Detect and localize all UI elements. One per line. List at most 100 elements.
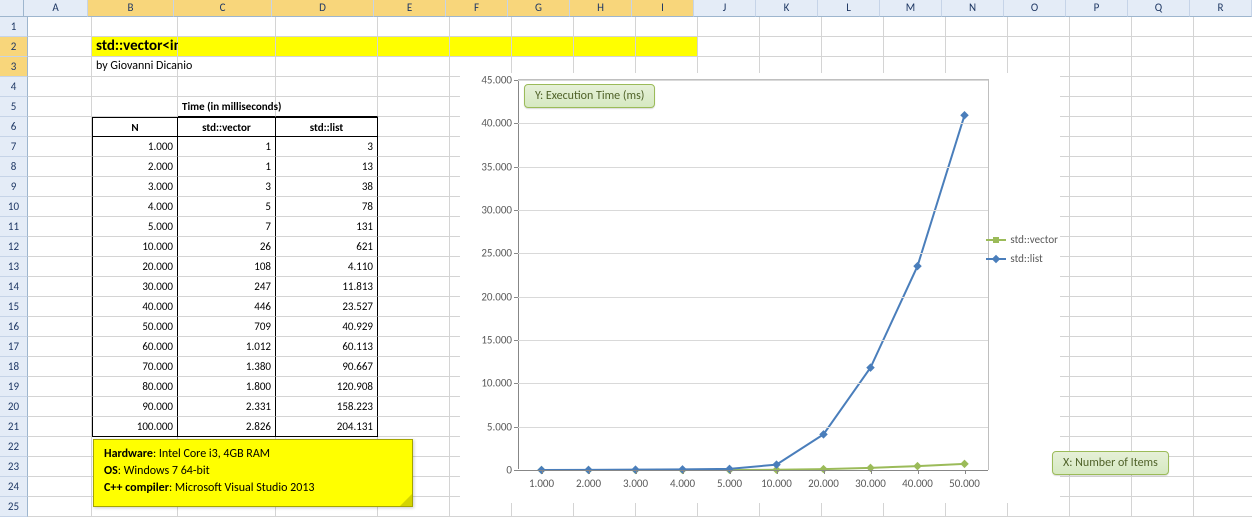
cell-A10[interactable]: [28, 197, 92, 217]
cell-A4[interactable]: [28, 77, 92, 97]
cell-F2[interactable]: [450, 37, 512, 57]
cell-D9[interactable]: 38: [276, 177, 378, 197]
cell-A22[interactable]: [28, 437, 92, 457]
cell-P14[interactable]: [1070, 277, 1132, 297]
cell-D3[interactable]: [276, 57, 378, 77]
col-header-A[interactable]: A: [24, 0, 88, 17]
cell-Q15[interactable]: [1132, 297, 1194, 317]
cell-N1[interactable]: [946, 17, 1008, 37]
cell-I2[interactable]: [636, 37, 698, 57]
cell-Q11[interactable]: [1132, 217, 1194, 237]
cell-E7[interactable]: [378, 137, 450, 157]
cell-R2[interactable]: [1194, 37, 1252, 57]
cell-E13[interactable]: [378, 257, 450, 277]
cell-P17[interactable]: [1070, 337, 1132, 357]
cell-Q24[interactable]: [1132, 477, 1194, 497]
cell-E16[interactable]: [378, 317, 450, 337]
cell-Q14[interactable]: [1132, 277, 1194, 297]
cell-C3[interactable]: [178, 57, 276, 77]
cell-B19[interactable]: 80.000: [92, 377, 178, 397]
cell-P9[interactable]: [1070, 177, 1132, 197]
cell-D11[interactable]: 131: [276, 217, 378, 237]
cell-E14[interactable]: [378, 277, 450, 297]
cell-P15[interactable]: [1070, 297, 1132, 317]
cell-E6[interactable]: [378, 117, 450, 137]
col-header-L[interactable]: L: [818, 0, 880, 17]
cell-Q6[interactable]: [1132, 117, 1194, 137]
cell-Q8[interactable]: [1132, 157, 1194, 177]
cell-N2[interactable]: [946, 37, 1008, 57]
cell-A23[interactable]: [28, 457, 92, 477]
cell-A18[interactable]: [28, 357, 92, 377]
cell-A16[interactable]: [28, 317, 92, 337]
row-header-21[interactable]: 21: [0, 417, 28, 437]
cell-A13[interactable]: [28, 257, 92, 277]
cell-D15[interactable]: 23.527: [276, 297, 378, 317]
cell-P7[interactable]: [1070, 137, 1132, 157]
cell-B21[interactable]: 100.000: [92, 417, 178, 437]
cell-A1[interactable]: [28, 17, 92, 37]
cell-E9[interactable]: [378, 177, 450, 197]
cell-E21[interactable]: [378, 417, 450, 437]
author[interactable]: by Giovanni Dicanio: [92, 57, 178, 77]
row-header-16[interactable]: 16: [0, 317, 28, 337]
cell-P6[interactable]: [1070, 117, 1132, 137]
col-header-I[interactable]: I: [632, 0, 694, 17]
cell-P24[interactable]: [1070, 477, 1132, 497]
cell-C17[interactable]: 1.012: [178, 337, 276, 357]
cell-E12[interactable]: [378, 237, 450, 257]
row-header-17[interactable]: 17: [0, 337, 28, 357]
cell-A11[interactable]: [28, 217, 92, 237]
cell-J1[interactable]: [698, 17, 760, 37]
cell-A25[interactable]: [28, 497, 92, 517]
cell-D1[interactable]: [276, 17, 378, 37]
cell-C1[interactable]: [178, 17, 276, 37]
cell-O1[interactable]: [1008, 17, 1070, 37]
cell-B12[interactable]: 10.000: [92, 237, 178, 257]
cell-Q2[interactable]: [1132, 37, 1194, 57]
cell-P3[interactable]: [1070, 57, 1132, 77]
cell-A3[interactable]: [28, 57, 92, 77]
cell-Q1[interactable]: [1132, 17, 1194, 37]
cell-A7[interactable]: [28, 137, 92, 157]
row-header-9[interactable]: 9: [0, 177, 28, 197]
cell-R4[interactable]: [1194, 77, 1252, 97]
chart[interactable]: 05.00010.00015.00020.00025.00030.00035.0…: [460, 73, 1060, 503]
cell-E4[interactable]: [378, 77, 450, 97]
cell-E5[interactable]: [378, 97, 450, 117]
col-header-M[interactable]: M: [880, 0, 942, 17]
cell-D18[interactable]: 90.667: [276, 357, 378, 377]
cell-R18[interactable]: [1194, 357, 1252, 377]
cell-C7[interactable]: 1: [178, 137, 276, 157]
cell-D10[interactable]: 78: [276, 197, 378, 217]
cell-E20[interactable]: [378, 397, 450, 417]
cell-Q20[interactable]: [1132, 397, 1194, 417]
cell-C9[interactable]: 3: [178, 177, 276, 197]
cell-H2[interactable]: [574, 37, 636, 57]
row-header-24[interactable]: 24: [0, 477, 28, 497]
cell-R22[interactable]: [1194, 437, 1252, 457]
col-header-O[interactable]: O: [1004, 0, 1066, 17]
cell-A15[interactable]: [28, 297, 92, 317]
cell-A9[interactable]: [28, 177, 92, 197]
row-header-20[interactable]: 20: [0, 397, 28, 417]
cell-R15[interactable]: [1194, 297, 1252, 317]
row-header-15[interactable]: 15: [0, 297, 28, 317]
cell-P1[interactable]: [1070, 17, 1132, 37]
cell-B10[interactable]: 4.000: [92, 197, 178, 217]
cell-P2[interactable]: [1070, 37, 1132, 57]
row-header-13[interactable]: 13: [0, 257, 28, 277]
cell-Q19[interactable]: [1132, 377, 1194, 397]
cell-R11[interactable]: [1194, 217, 1252, 237]
cell-P5[interactable]: [1070, 97, 1132, 117]
cell-B18[interactable]: 70.000: [92, 357, 178, 377]
cell-C14[interactable]: 247: [178, 277, 276, 297]
cell-Q17[interactable]: [1132, 337, 1194, 357]
cell-B1[interactable]: [92, 17, 178, 37]
cell-R13[interactable]: [1194, 257, 1252, 277]
cell-A19[interactable]: [28, 377, 92, 397]
cell-B14[interactable]: 30.000: [92, 277, 178, 297]
cell-P19[interactable]: [1070, 377, 1132, 397]
cell-A14[interactable]: [28, 277, 92, 297]
cell-D14[interactable]: 11.813: [276, 277, 378, 297]
